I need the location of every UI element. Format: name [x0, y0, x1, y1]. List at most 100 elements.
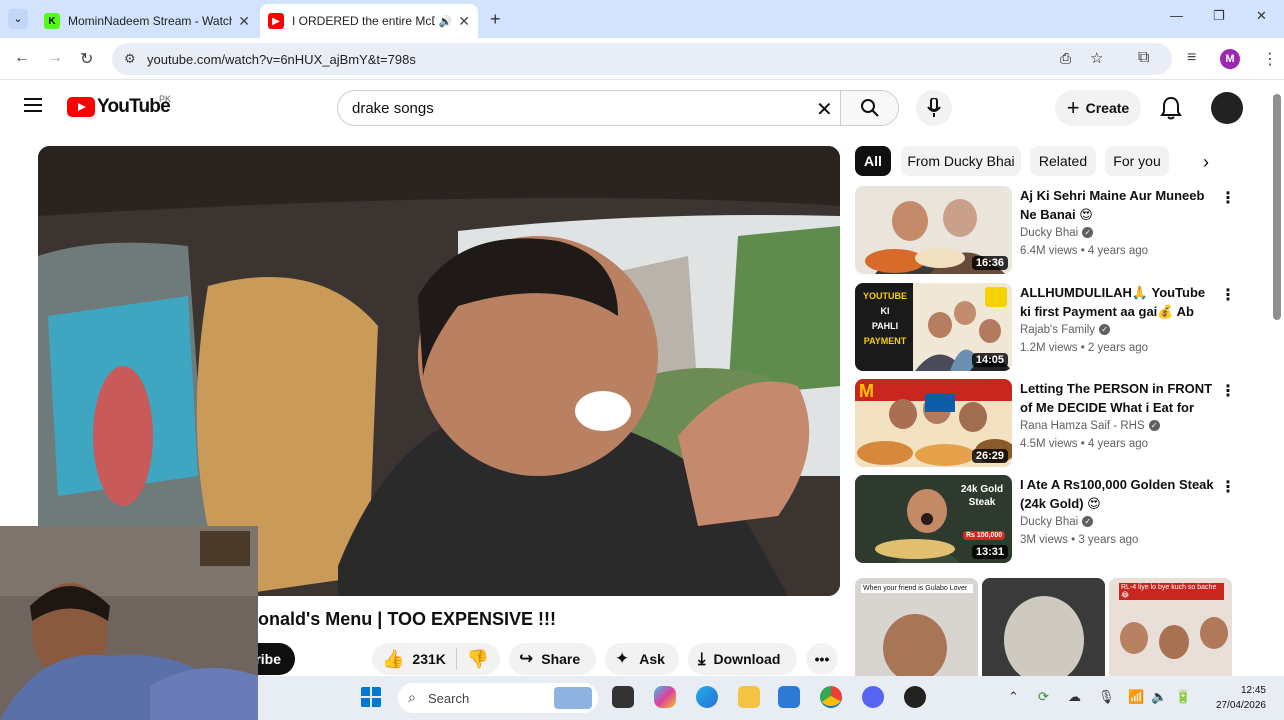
short-thumbnail[interactable]: RL-4 liye lo bye kuch so bache 😂: [1109, 578, 1232, 678]
restore-button[interactable]: ❐: [1213, 8, 1225, 24]
minimize-button[interactable]: —: [1170, 8, 1183, 23]
search-box[interactable]: drake songs ✕: [337, 90, 899, 126]
new-tab-button[interactable]: +: [490, 9, 501, 30]
tray-app-icon[interactable]: ⟳: [1038, 689, 1049, 705]
share-button[interactable]: ↪ Share: [509, 643, 596, 675]
close-tab-icon[interactable]: ✕: [238, 13, 250, 30]
verified-check-icon: ✓: [1082, 516, 1094, 528]
profile-avatar[interactable]: M: [1220, 49, 1240, 69]
file-explorer-icon[interactable]: [738, 686, 760, 708]
more-options-icon[interactable]: ⋮: [1220, 477, 1236, 497]
volume-icon[interactable]: 🔈: [1151, 689, 1167, 705]
extensions-icon[interactable]: ⧉: [1138, 49, 1149, 67]
reload-icon[interactable]: ↻: [80, 49, 93, 69]
thumbnail-text: YOUTUBE KI PAHLI PAYMENT: [862, 291, 907, 346]
more-options-icon[interactable]: ⋮: [1220, 188, 1236, 208]
search-button[interactable]: [840, 91, 898, 125]
channel-name[interactable]: Rajab's Family ✓: [1020, 324, 1111, 336]
tab-kick-stream[interactable]: K MominNadeem Stream - Watch ✕: [36, 4, 258, 38]
voice-search-button[interactable]: [916, 90, 952, 126]
create-button[interactable]: + Create: [1055, 90, 1141, 126]
like-button[interactable]: 👍 231K: [372, 649, 446, 670]
youtube-header: YouTube PK drake songs ✕ + Create: [0, 80, 1270, 136]
recommendation-title[interactable]: ALLHUMDULILAH🙏 YouTube ki first Payment …: [1020, 283, 1215, 321]
taskbar-clock[interactable]: 12:45 27/04/2026: [1216, 683, 1266, 713]
recommendation-item[interactable]: 16:36 Aj Ki Sehri Maine Aur Muneeb Ne Ba…: [855, 186, 1236, 276]
media-control-icon[interactable]: ≡: [1187, 49, 1196, 67]
page-scrollbar[interactable]: [1270, 80, 1284, 676]
chip-all[interactable]: All: [855, 146, 891, 176]
webcam-feed: [0, 526, 258, 720]
video-thumbnail[interactable]: M 26:29: [855, 379, 1012, 467]
close-tab-icon[interactable]: ✕: [458, 13, 470, 30]
ask-button[interactable]: ✦ Ask: [605, 643, 679, 675]
file-manager-app-icon[interactable]: [612, 686, 634, 708]
notifications-bell-icon[interactable]: [1160, 96, 1182, 120]
site-info-icon[interactable]: ⚙: [124, 51, 136, 67]
microsoft-store-icon[interactable]: [778, 686, 800, 708]
recommendation-title[interactable]: Letting The PERSON in FRONT of Me DECIDE…: [1020, 379, 1215, 417]
video-duration: 14:05: [971, 353, 1008, 367]
windows-start-icon[interactable]: [360, 686, 382, 708]
video-thumbnail[interactable]: 24k Gold Steak Rs 100,000 13:31: [855, 475, 1012, 563]
youtube-logo[interactable]: YouTube PK: [67, 94, 171, 118]
download-button[interactable]: ⤓ Download: [688, 643, 797, 675]
browser-toolbar: ← → ↻ ⚙ youtube.com/watch?v=6nHUX_ajBmY&…: [0, 38, 1284, 80]
chevron-up-icon[interactable]: ⌃: [1008, 689, 1019, 705]
windows-taskbar: ⌕ Search ⌃ ⟳ ☁ 🎙 📶 🔈 🔋 12:45 27/04/2026: [258, 676, 1284, 720]
search-highlight-icon: [554, 687, 592, 709]
ask-label: Ask: [639, 651, 665, 667]
short-image: [855, 578, 978, 678]
video-thumbnail[interactable]: 16:36: [855, 186, 1012, 274]
recommendation-item[interactable]: M 26:29 Letting The PERSON in FRONT of M…: [855, 379, 1236, 469]
scrollbar-thumb[interactable]: [1273, 94, 1281, 320]
microphone-icon[interactable]: 🎙: [1098, 689, 1115, 705]
more-actions-button[interactable]: •••: [806, 643, 838, 675]
more-options-icon[interactable]: ⋮: [1220, 285, 1236, 305]
menu-icon[interactable]: [24, 98, 42, 116]
copilot-icon[interactable]: [654, 686, 676, 708]
video-thumbnail[interactable]: YOUTUBE KI PAHLI PAYMENT 14:05: [855, 283, 1012, 371]
forward-icon[interactable]: →: [47, 49, 63, 67]
channel-name[interactable]: Rana Hamza Saif - RHS ✓: [1020, 420, 1160, 432]
battery-icon[interactable]: 🔋: [1175, 689, 1191, 705]
chevron-right-icon[interactable]: ›: [1203, 152, 1209, 173]
chrome-icon[interactable]: [820, 686, 842, 708]
short-thumbnail[interactable]: [982, 578, 1105, 678]
channel-name[interactable]: Ducky Bhai ✓: [1020, 516, 1094, 528]
recommendation-title[interactable]: Aj Ki Sehri Maine Aur Muneeb Ne Banai 😍: [1020, 186, 1215, 224]
channel-name[interactable]: Ducky Bhai ✓: [1020, 227, 1094, 239]
tab-title: MominNadeem Stream - Watch: [68, 14, 233, 28]
chip-for-you[interactable]: For you: [1105, 146, 1169, 176]
wifi-icon[interactable]: 📶: [1128, 689, 1144, 705]
back-icon[interactable]: ←: [14, 49, 30, 67]
more-options-icon[interactable]: ⋮: [1220, 381, 1236, 401]
speaker-icon[interactable]: 🔊: [439, 15, 453, 28]
chip-related[interactable]: Related: [1030, 146, 1096, 176]
chip-from-ducky-bhai[interactable]: From Ducky Bhai: [901, 146, 1021, 176]
like-count: 231K: [412, 651, 446, 667]
obs-recording-icon[interactable]: [904, 686, 926, 708]
search-input[interactable]: drake songs: [352, 100, 434, 117]
close-window-button[interactable]: ✕: [1256, 8, 1267, 24]
address-bar[interactable]: ⚙ youtube.com/watch?v=6nHUX_ajBmY&t=798s…: [112, 43, 1172, 75]
tab-search-button[interactable]: ⌄: [8, 9, 28, 29]
account-avatar[interactable]: [1211, 92, 1243, 124]
thumbnail-text: 24k Gold Steak: [960, 484, 1004, 508]
discord-icon[interactable]: [862, 686, 884, 708]
dislike-button[interactable]: 👎: [467, 649, 489, 670]
recommendation-title[interactable]: I Ate A Rs100,000 Golden Steak (24k Gold…: [1020, 475, 1215, 513]
kick-favicon-icon: K: [44, 13, 60, 29]
bookmark-star-icon[interactable]: ☆: [1090, 49, 1103, 67]
install-app-icon[interactable]: ⎙: [1060, 50, 1071, 67]
recommendation-item[interactable]: YOUTUBE KI PAHLI PAYMENT 14:05 ALLHUMDUL…: [855, 283, 1236, 373]
onedrive-icon[interactable]: ☁: [1068, 689, 1081, 705]
recommendation-item[interactable]: 24k Gold Steak Rs 100,000 13:31 I Ate A …: [855, 475, 1236, 565]
taskbar-search[interactable]: ⌕ Search: [398, 683, 598, 713]
tab-youtube-video[interactable]: ▶ I ORDERED the entire McDonald's 🔊 ✕: [260, 4, 478, 38]
edge-browser-icon[interactable]: [696, 686, 718, 708]
browser-menu-icon[interactable]: ⋮: [1262, 49, 1278, 69]
short-thumbnail[interactable]: When your friend is Gulabo Lover: [855, 578, 978, 678]
video-duration: 16:36: [971, 256, 1008, 270]
clear-search-icon[interactable]: ✕: [816, 97, 833, 122]
